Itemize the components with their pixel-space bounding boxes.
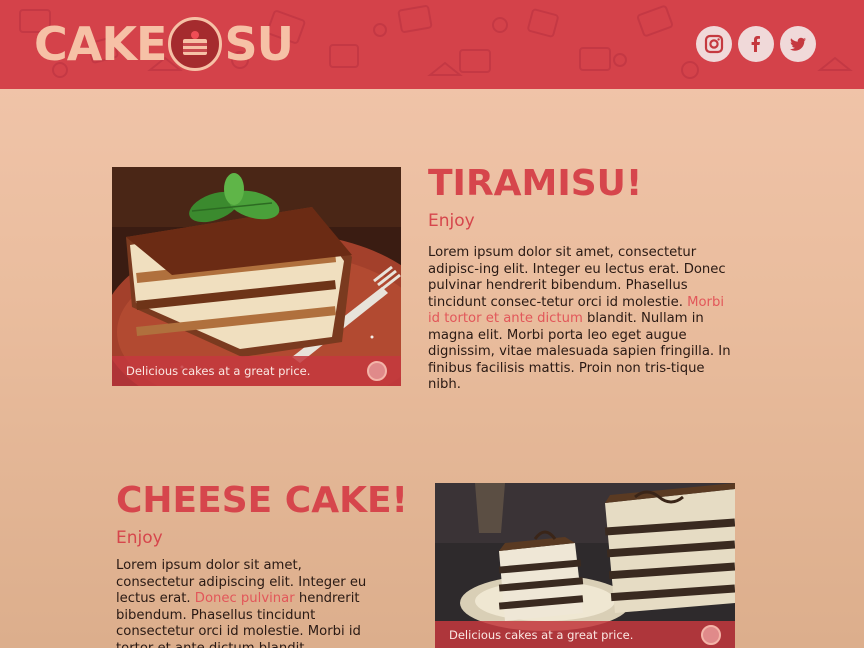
- body-text: Lorem ipsum dolor sit amet, consectetur …: [428, 245, 726, 310]
- caption-text-2: Delicious cakes at a great price.: [449, 627, 634, 642]
- section-title: TIRAMISU!: [428, 163, 643, 204]
- twitter-icon[interactable]: [780, 26, 816, 62]
- logo-text-left: CAKE: [34, 17, 167, 71]
- cake-badge-icon: [367, 361, 387, 381]
- tiramisu-image: [112, 167, 401, 386]
- section-subtitle-2: Enjoy: [116, 528, 163, 548]
- photo-caption: Delicious cakes at a great price.: [112, 356, 401, 386]
- logo-text-right: SU: [224, 17, 293, 71]
- instagram-icon[interactable]: [696, 26, 732, 62]
- social-links: [696, 26, 816, 62]
- cheesecake-photo: Delicious cakes at a great price.: [435, 483, 735, 648]
- cake-badge-icon-2: [701, 624, 721, 645]
- section-title-2: CHEESE CAKE!: [116, 480, 408, 521]
- site-logo[interactable]: CAKE SU: [34, 17, 294, 71]
- site-header: CAKE SU: [0, 0, 864, 89]
- photo-caption-2: Delicious cakes at a great price.: [435, 621, 735, 648]
- section-subtitle: Enjoy: [428, 211, 475, 231]
- caption-text: Delicious cakes at a great price.: [126, 364, 311, 378]
- logo-cake-icon: [168, 17, 223, 71]
- section-body-2: Lorem ipsum dolor sit amet, consectetur …: [116, 558, 378, 648]
- facebook-icon[interactable]: [738, 26, 774, 62]
- body-link-2[interactable]: Donec pulvinar: [195, 591, 295, 606]
- tiramisu-photo: Delicious cakes at a great price.: [112, 167, 401, 386]
- section-body: Lorem ipsum dolor sit amet, consectetur …: [428, 245, 740, 394]
